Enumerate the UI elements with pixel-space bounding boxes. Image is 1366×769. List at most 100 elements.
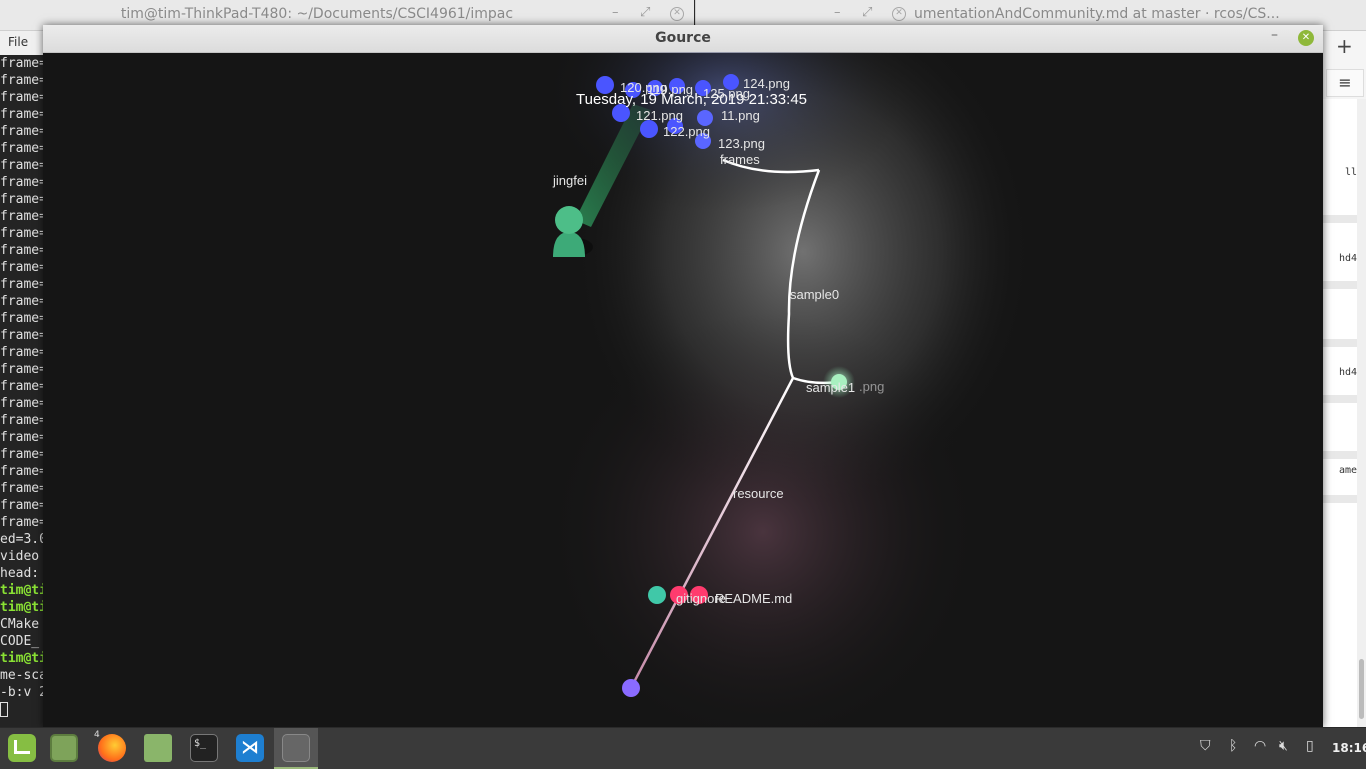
shield-icon[interactable]: ⛉ bbox=[1200, 738, 1211, 754]
terminal-prompt-line[interactable] bbox=[0, 701, 44, 718]
window-count-badge: 4 bbox=[94, 730, 100, 740]
terminal-line: -b:v 2 bbox=[0, 685, 44, 700]
terminal-line: frame= bbox=[0, 447, 44, 462]
browser-window-title: umentationAndCommunity.md at master · rc… bbox=[914, 6, 1280, 22]
terminal-line: frame= bbox=[0, 498, 44, 513]
terminal-line: frame= bbox=[0, 260, 44, 275]
file-label: README.md bbox=[715, 591, 792, 606]
terminal-line: frame= bbox=[0, 294, 44, 309]
vscode-launcher[interactable]: ⋊ bbox=[228, 728, 272, 769]
gource-window: Gource – ✕ Tuesday, 19 March, 2019 21:33… bbox=[43, 25, 1323, 727]
file-label: 124.png bbox=[743, 76, 790, 91]
terminal-line: frame= bbox=[0, 73, 44, 88]
volume-muted-icon[interactable]: 🔇︎ bbox=[1279, 738, 1288, 754]
file-manager-launcher[interactable] bbox=[136, 728, 180, 769]
terminal-line: frame= bbox=[0, 175, 44, 190]
terminal-window-title: tim@tim-ThinkPad-T480: ~/Documents/CSCI4… bbox=[120, 6, 514, 22]
scrollbar-thumb[interactable] bbox=[1359, 659, 1364, 719]
terminal-line: frame= bbox=[0, 328, 44, 343]
directory-label: frames bbox=[720, 152, 760, 167]
page-text-fragment: hd4 bbox=[1338, 367, 1357, 378]
gource-app-icon bbox=[282, 734, 310, 762]
battery-icon[interactable]: ▯ bbox=[1306, 738, 1314, 754]
browser-close-button[interactable]: ✕ bbox=[892, 7, 906, 21]
browser-scrollbar[interactable] bbox=[1357, 99, 1366, 727]
file-label: 119.png bbox=[647, 82, 693, 97]
directory-label: sample1 bbox=[806, 380, 855, 395]
root-node bbox=[622, 679, 640, 697]
terminal-output[interactable]: frame= frame= frame= frame= frame= frame= fram… bbox=[0, 55, 44, 727]
terminal-line: frame= bbox=[0, 362, 44, 377]
file-label: 11.png bbox=[721, 108, 760, 123]
terminal-line: me-sca bbox=[0, 668, 44, 683]
terminal-line: frame= bbox=[0, 413, 44, 428]
terminal-line: frame= bbox=[0, 345, 44, 360]
page-divider bbox=[1323, 215, 1357, 223]
page-text-fragment: ame bbox=[1338, 465, 1357, 476]
file-label: 122.png bbox=[663, 124, 710, 139]
terminal-line: CODE_ bbox=[0, 634, 40, 649]
terminal-line: frame= bbox=[0, 192, 44, 207]
directory-label: resource bbox=[733, 486, 784, 501]
terminal-cursor bbox=[0, 702, 8, 717]
terminal-line: frame= bbox=[0, 209, 44, 224]
terminal-line: frame= bbox=[0, 124, 44, 139]
terminal-line: frame= bbox=[0, 430, 44, 445]
hamburger-menu-icon[interactable]: ≡ bbox=[1326, 69, 1364, 97]
page-divider bbox=[1323, 495, 1357, 503]
gource-graph: Tuesday, 19 March, 2019 21:33:45 jingfei… bbox=[543, 52, 1033, 727]
terminal-line: ed=3.0 bbox=[0, 532, 44, 547]
terminal-launcher[interactable]: $_ bbox=[182, 728, 226, 769]
file-label: 123.png bbox=[718, 136, 765, 151]
linux-mint-icon bbox=[8, 734, 36, 762]
browser-window-edge: + ≡ ll hd4 hd4 ame bbox=[1323, 31, 1366, 727]
terminal-line: frame= bbox=[0, 243, 44, 258]
page-divider bbox=[1323, 339, 1357, 347]
terminal-line: frame= bbox=[0, 107, 44, 122]
gource-close-button[interactable]: ✕ bbox=[1298, 30, 1314, 46]
terminal-line: head: bbox=[0, 566, 40, 581]
clock[interactable]: 18:16 bbox=[1332, 741, 1366, 755]
bluetooth-icon[interactable]: ᛒ bbox=[1229, 738, 1237, 754]
terminal-line: frame= bbox=[0, 481, 44, 496]
terminal-line: frame= bbox=[0, 464, 44, 479]
terminal-line: tim@ti bbox=[0, 583, 44, 598]
taskbar: 4 $_ ⋊ ⛉ ᛒ ◠ 🔇︎ ▯ 18:16 bbox=[0, 727, 1366, 769]
file-label: 125.png bbox=[703, 86, 750, 101]
page-text-fragment: ll bbox=[1344, 167, 1357, 178]
page-text-fragment: hd4 bbox=[1338, 253, 1357, 264]
gource-minimize-button[interactable]: – bbox=[1271, 27, 1278, 43]
terminal-line: video bbox=[0, 549, 40, 564]
terminal-line: tim@ti bbox=[0, 600, 44, 615]
terminal-minimize-button[interactable]: – bbox=[612, 5, 619, 20]
show-desktop-button[interactable] bbox=[42, 728, 86, 769]
terminal-line: frame= bbox=[0, 396, 44, 411]
start-menu-button[interactable] bbox=[0, 728, 44, 769]
browser-maximize-button[interactable]: ⤢ bbox=[862, 5, 872, 20]
gource-task-button[interactable] bbox=[274, 728, 318, 769]
terminal-maximize-button[interactable]: ⤢ bbox=[640, 5, 650, 20]
terminal-line: frame= bbox=[0, 226, 44, 241]
gource-visualization[interactable]: Tuesday, 19 March, 2019 21:33:45 jingfei… bbox=[43, 52, 1323, 727]
terminal-line: frame= bbox=[0, 56, 44, 71]
browser-minimize-button[interactable]: – bbox=[834, 5, 841, 20]
terminal-line: frame= bbox=[0, 277, 44, 292]
terminal-line: frame= bbox=[0, 158, 44, 173]
folder-icon bbox=[144, 734, 172, 762]
gource-window-title: Gource bbox=[655, 30, 711, 46]
page-divider bbox=[1323, 451, 1357, 459]
vscode-icon: ⋊ bbox=[236, 734, 264, 762]
desktop-icon bbox=[50, 734, 78, 762]
terminal-line: frame= bbox=[0, 90, 44, 105]
firefox-icon bbox=[98, 734, 126, 762]
page-divider bbox=[1323, 395, 1357, 403]
terminal-menu-file[interactable]: File bbox=[8, 35, 28, 49]
file-label: .png bbox=[859, 379, 884, 394]
terminal-line: frame= bbox=[0, 515, 44, 530]
wifi-icon[interactable]: ◠ bbox=[1254, 738, 1266, 754]
terminal-line: frame= bbox=[0, 311, 44, 326]
terminal-close-button[interactable]: ✕ bbox=[670, 7, 684, 21]
file-label: 121.png bbox=[636, 108, 683, 123]
gource-titlebar[interactable]: Gource – ✕ bbox=[43, 25, 1323, 53]
new-tab-button[interactable]: + bbox=[1336, 34, 1353, 58]
